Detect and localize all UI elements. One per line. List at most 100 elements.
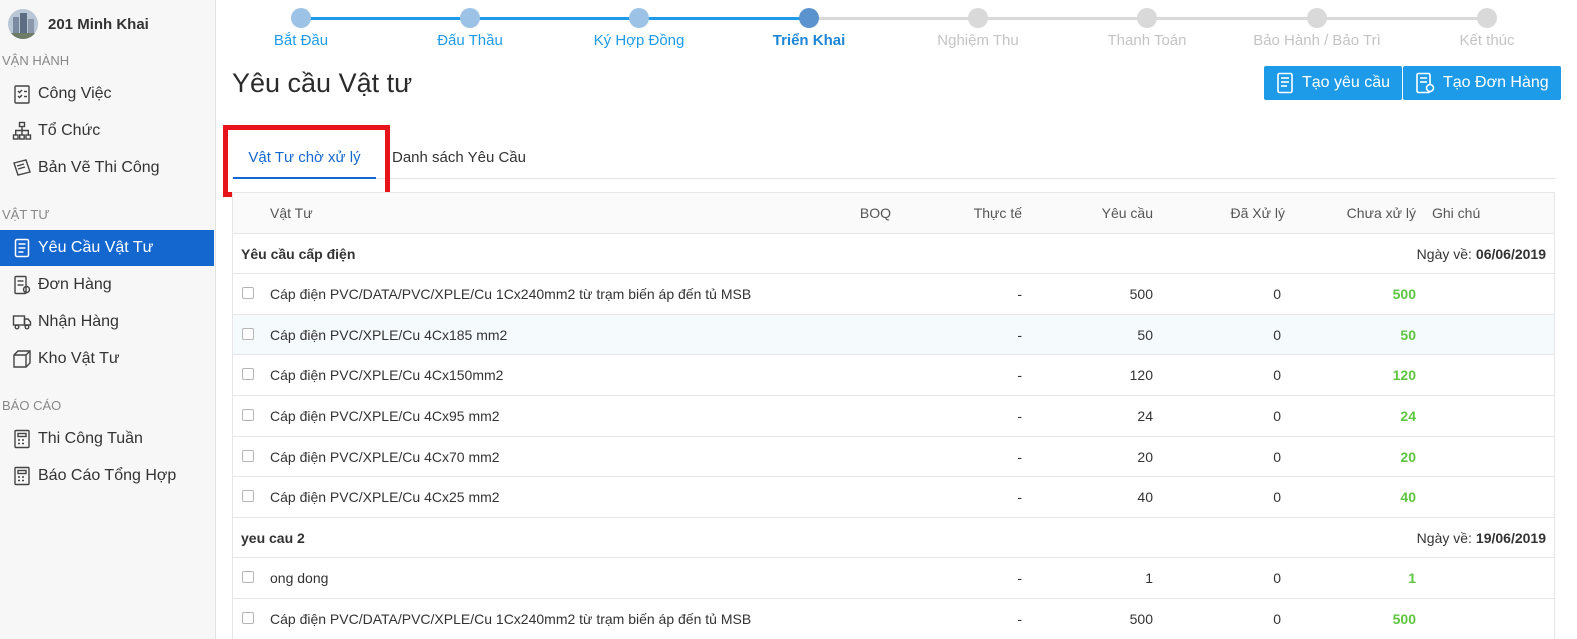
step[interactable]: Kết thúc — [1402, 8, 1572, 49]
step[interactable]: Bảo Hành / Bảo Trì — [1232, 8, 1402, 49]
sidebar-item[interactable]: Báo Cáo Tổng Hợp — [0, 458, 214, 494]
header-request: Yêu cầu — [1101, 205, 1153, 221]
step-label: Ký Hợp Đồng — [593, 32, 685, 49]
processed-value: 0 — [1273, 286, 1281, 303]
material-name: Cáp điện PVC/DATA/PVC/XPLE/Cu 1Cx240mm2 … — [270, 286, 752, 303]
table-row[interactable]: Cáp điện PVC/XPLE/Cu 4Cx70 mm2 - 20 0 20 — [233, 437, 1554, 478]
step-dot — [968, 8, 988, 28]
pending-value: 40 — [1400, 489, 1416, 506]
project-stepper: Bắt Đầu Đấu Thầu Ký Hợp Đồng Triển Khai Nghi… — [217, 0, 1577, 55]
request-value: 500 — [1129, 286, 1153, 303]
row-checkbox[interactable] — [242, 571, 254, 584]
sidebar-item-label: Đơn Hàng — [38, 276, 112, 293]
actual-value: - — [1017, 367, 1022, 384]
request-value: 500 — [1129, 610, 1153, 627]
sidebar-item-label: Nhận Hàng — [38, 313, 119, 330]
step-label: Bắt Đầu — [273, 32, 329, 49]
material-name: Cáp điện PVC/DATA/PVC/XPLE/Cu 1Cx240mm2 … — [270, 610, 752, 627]
header-boq: BOQ — [859, 205, 891, 221]
pending-value: 500 — [1392, 610, 1416, 627]
request-value: 120 — [1129, 367, 1153, 384]
sidebar-item[interactable]: Đơn Hàng — [0, 267, 214, 303]
actual-value: - — [1017, 407, 1022, 424]
header-pending: Chưa xử lý — [1346, 205, 1416, 221]
date-label: Ngày về: — [1416, 529, 1472, 546]
table-row[interactable]: Cáp điện PVC/DATA/PVC/XPLE/Cu 1Cx240mm2 … — [233, 599, 1554, 639]
step[interactable]: Ký Hợp Đồng — [554, 8, 724, 49]
step-dot — [460, 8, 480, 28]
group-row: yeu cau 2 Ngày về: 19/06/2019 — [233, 517, 1554, 559]
actual-value: - — [1017, 326, 1022, 343]
sidebar-item[interactable]: Yêu Cầu Vật Tư — [0, 230, 214, 266]
header-note: Ghi chú — [1432, 205, 1481, 221]
table-row[interactable]: Cáp điện PVC/XPLE/Cu 4Cx25 mm2 - 40 0 40 — [233, 477, 1554, 518]
table-row[interactable]: Cáp điện PVC/XPLE/Cu 4Cx150mm2 - 120 0 120 — [233, 355, 1554, 396]
request-value: 40 — [1137, 489, 1153, 506]
order-icon — [1415, 72, 1435, 94]
sidebar-section-title: VẬT TƯ — [2, 207, 50, 222]
create-order-button[interactable]: Tạo Đơn Hàng — [1403, 66, 1561, 100]
request-value: 24 — [1137, 407, 1153, 424]
processed-value: 0 — [1273, 489, 1281, 506]
material-name: Cáp điện PVC/XPLE/Cu 4Cx150mm2 — [270, 367, 504, 384]
step[interactable]: Nghiệm Thu — [893, 8, 1063, 49]
table-row[interactable]: ong dong - 1 0 1 — [233, 558, 1554, 599]
processed-value: 0 — [1273, 367, 1281, 384]
order-icon — [12, 274, 32, 296]
step-dot — [1477, 8, 1497, 28]
header-processed: Đã Xử lý — [1230, 205, 1286, 221]
step-label: Thanh Toán — [1107, 32, 1187, 49]
box-icon — [12, 348, 32, 370]
group-name: Yêu cầu cấp điện — [241, 245, 356, 262]
step-label: Nghiệm Thu — [937, 32, 1019, 49]
row-checkbox[interactable] — [242, 287, 254, 300]
group-date: Ngày về: 06/06/2019 — [1417, 234, 1546, 274]
create-request-label: Tạo yêu cầu — [1302, 74, 1391, 91]
processed-value: 0 — [1273, 448, 1281, 465]
tabs: Vật Tư chờ xử lý Danh sách Yêu Cầu — [232, 137, 1555, 179]
project-header[interactable]: 201 Minh Khai — [0, 0, 215, 48]
sidebar-item-label: Thi Công Tuần — [38, 430, 143, 447]
material-name: ong dong — [270, 570, 329, 587]
step-label: Triển Khai — [772, 32, 846, 49]
sidebar-item[interactable]: Bản Vẽ Thi Công — [0, 150, 214, 186]
date-label: Ngày về: — [1416, 245, 1472, 262]
row-checkbox[interactable] — [242, 611, 254, 624]
table-row[interactable]: Cáp điện PVC/DATA/PVC/XPLE/Cu 1Cx240mm2 … — [233, 274, 1554, 315]
sidebar-item[interactable]: Nhận Hàng — [0, 304, 214, 340]
actual-value: - — [1017, 448, 1022, 465]
row-checkbox[interactable] — [242, 327, 254, 340]
sidebar-item-label: Công Việc — [38, 85, 112, 102]
row-checkbox[interactable] — [242, 368, 254, 381]
step[interactable]: Bắt Đầu — [216, 8, 386, 49]
step[interactable]: Thanh Toán — [1062, 8, 1232, 49]
drawing-icon — [12, 157, 32, 179]
step[interactable]: Đấu Thầu — [385, 8, 555, 49]
row-checkbox[interactable] — [242, 490, 254, 503]
table-header: Vật Tư BOQ Thực tế Yêu cầu Đã Xử lý Chưa… — [233, 193, 1554, 234]
row-checkbox[interactable] — [242, 408, 254, 421]
sidebar-item[interactable]: Tổ Chức — [0, 113, 214, 149]
table-row[interactable]: Cáp điện PVC/XPLE/Cu 4Cx95 mm2 - 24 0 24 — [233, 396, 1554, 437]
sidebar-section-title: BÁO CÁO — [2, 398, 62, 413]
actual-value: - — [1017, 610, 1022, 627]
table-row[interactable]: Cáp điện PVC/XPLE/Cu 4Cx185 mm2 - 50 0 50 — [233, 314, 1554, 356]
sidebar-item[interactable]: Thi Công Tuần — [0, 421, 214, 457]
sidebar-item-label: Bản Vẽ Thi Công — [38, 159, 160, 176]
material-name: Cáp điện PVC/XPLE/Cu 4Cx70 mm2 — [270, 448, 500, 465]
create-request-button[interactable]: Tạo yêu cầu — [1264, 66, 1403, 100]
step-label: Kết thúc — [1459, 32, 1515, 49]
processed-value: 0 — [1273, 570, 1281, 587]
pending-value: 24 — [1400, 407, 1416, 424]
material-name: Cáp điện PVC/XPLE/Cu 4Cx25 mm2 — [270, 489, 500, 506]
sidebar-item[interactable]: Kho Vật Tư — [0, 341, 214, 377]
step-dot — [1137, 8, 1157, 28]
sidebar-item[interactable]: Công Việc — [0, 76, 214, 112]
document-icon — [1276, 72, 1294, 94]
step-dot — [1307, 8, 1327, 28]
row-checkbox[interactable] — [242, 449, 254, 462]
org-chart-icon — [12, 120, 32, 142]
step[interactable]: Triển Khai — [724, 8, 894, 49]
header-actual: Thực tế — [973, 205, 1022, 221]
tab-request-list[interactable]: Danh sách Yêu Cầu — [392, 137, 526, 179]
